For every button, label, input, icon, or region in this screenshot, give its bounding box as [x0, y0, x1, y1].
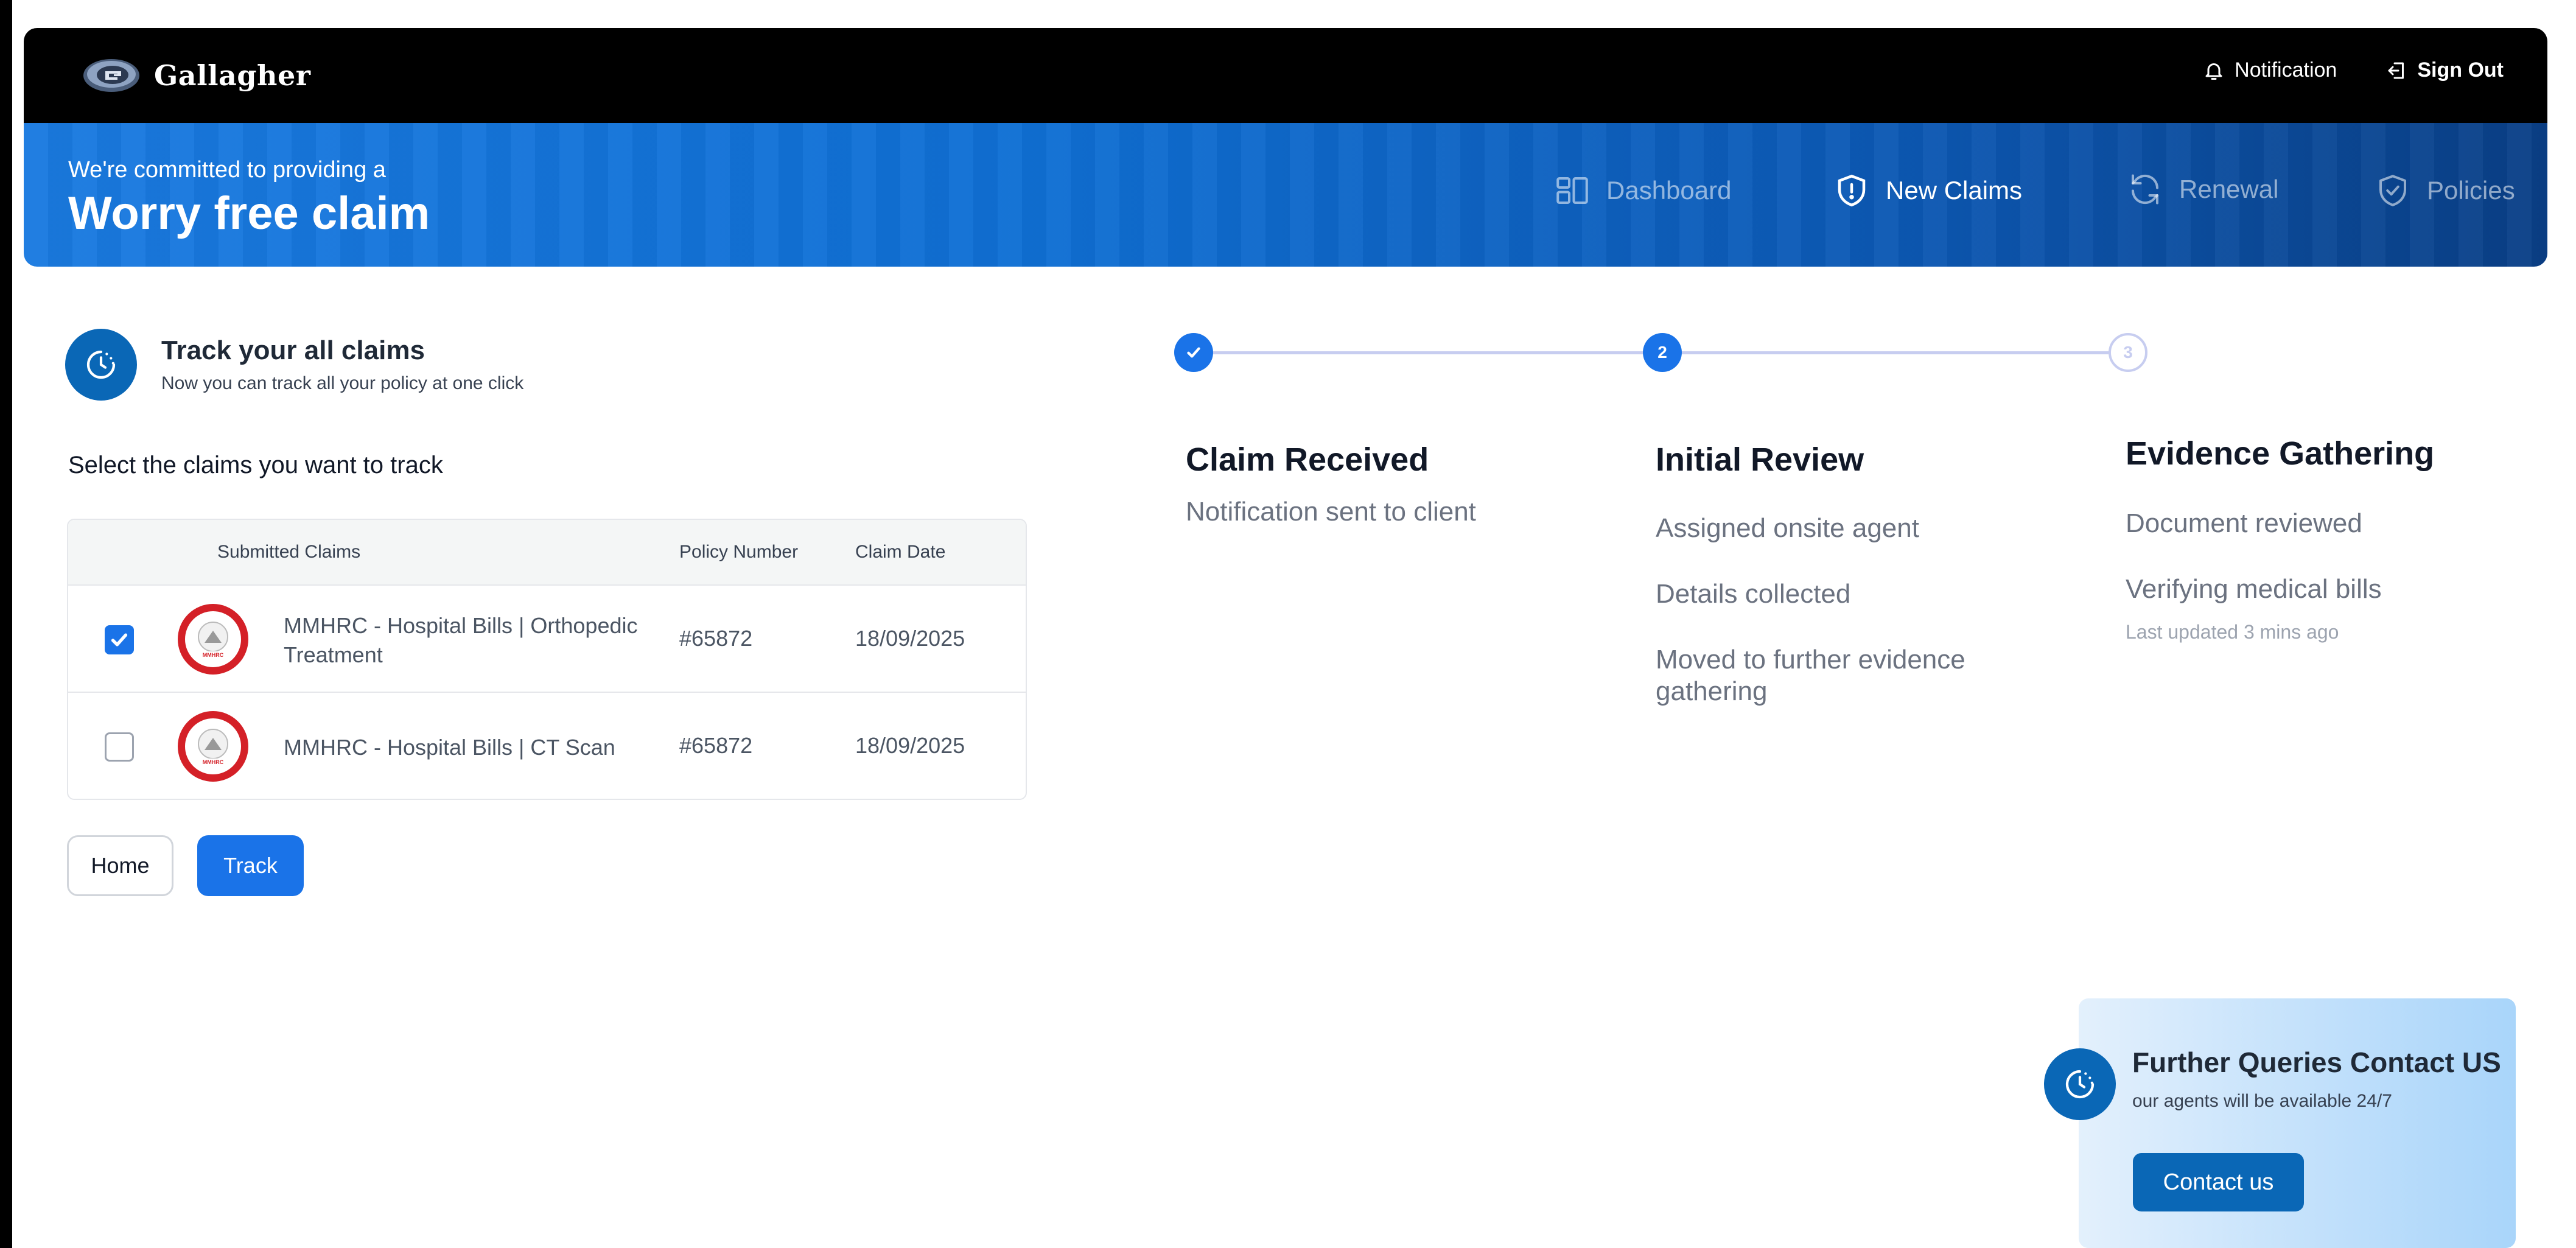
contact-title: Further Queries Contact US — [2132, 1046, 2501, 1078]
select-claims-label: Select the claims you want to track — [68, 452, 443, 479]
checkmark-icon — [111, 633, 128, 647]
header-submitted-claims: Submitted Claims — [217, 542, 361, 562]
nav-new-claims-label: New Claims — [1886, 176, 2023, 205]
gallagher-logo-icon — [83, 59, 139, 92]
mmhrc-logo: MMHRC — [178, 604, 248, 675]
sign-out-button[interactable]: Sign Out — [2385, 58, 2504, 82]
nav-renewal[interactable]: Renewal — [2127, 171, 2278, 208]
contact-clock-icon — [2044, 1048, 2116, 1120]
policy-number: #65872 — [679, 626, 753, 651]
nav-dashboard-label: Dashboard — [1606, 176, 1732, 205]
table-header: Submitted Claims Policy Number Claim Dat… — [68, 520, 1026, 586]
sign-out-icon — [2388, 62, 2404, 79]
shield-check-icon — [2379, 175, 2406, 206]
hero-banner: We're committed to providing a Worry fre… — [24, 123, 2547, 267]
step-1-indicator — [1174, 333, 1213, 372]
step-2-item: Moved to further evidence gathering — [1656, 645, 1965, 706]
claim-checkbox[interactable] — [105, 732, 134, 762]
nav-renewal-label: Renewal — [2179, 175, 2279, 203]
top-bar: Gallagher Notification Sign Out — [24, 28, 2547, 123]
step-3-item: Verifying medical bills — [2126, 574, 2382, 604]
step-1-title: Claim Received — [1186, 441, 1429, 478]
track-title: Track your all claims — [161, 335, 425, 365]
refresh-icon — [2132, 174, 2158, 205]
brand-name: Gallagher — [154, 59, 311, 92]
banner-subtitle: We're committed to providing a — [68, 157, 386, 183]
home-button[interactable]: Home — [67, 835, 173, 896]
track-header: Track your all claims Now you can track … — [65, 329, 523, 401]
claim-name: MMHRC - Hospital Bills | Orthopedic Trea… — [284, 613, 638, 667]
svg-text:MMHRC: MMHRC — [203, 759, 224, 765]
policy-number: #65872 — [679, 733, 753, 758]
check-icon — [1187, 347, 1200, 358]
step-3-title: Evidence Gathering — [2126, 435, 2435, 472]
step-1-item: Notification sent to client — [1186, 497, 1476, 527]
stepper-connector — [1682, 351, 2109, 354]
notification-button[interactable]: Notification — [2203, 58, 2337, 82]
contact-us-button[interactable]: Contact us — [2133, 1153, 2304, 1211]
header-policy-number: Policy Number — [679, 542, 799, 562]
notification-label: Notification — [2235, 58, 2337, 82]
table-row[interactable]: MMHRC MMHRC - Hospital Bills | Orthopedi… — [68, 586, 1026, 693]
header-claim-date: Claim Date — [855, 542, 946, 562]
nav-policies[interactable]: Policies — [2375, 172, 2515, 209]
nav-dashboard[interactable]: Dashboard — [1554, 172, 1731, 209]
claim-checkbox[interactable] — [105, 625, 134, 654]
nav-new-claims[interactable]: New Claims — [1833, 172, 2022, 209]
claims-table: Submitted Claims Policy Number Claim Dat… — [67, 519, 1027, 800]
claim-name: MMHRC - Hospital Bills | CT Scan — [284, 735, 615, 760]
brand-logo[interactable]: Gallagher — [82, 56, 310, 95]
stepper-connector — [1213, 351, 1643, 354]
banner-title: Worry free claim — [68, 188, 430, 239]
dashboard-icon — [1556, 177, 1588, 204]
track-subtitle: Now you can track all your policy at one… — [161, 373, 524, 393]
svg-text:MMHRC: MMHRC — [203, 652, 224, 658]
step-3-indicator: 3 — [2109, 333, 2147, 372]
track-button[interactable]: Track — [197, 835, 304, 896]
bell-icon — [2205, 63, 2222, 80]
table-row[interactable]: MMHRC MMHRC - Hospital Bills | CT Scan #… — [68, 693, 1026, 799]
sign-out-label: Sign Out — [2417, 58, 2504, 82]
nav-policies-label: Policies — [2427, 176, 2515, 205]
claim-date: 18/09/2025 — [855, 626, 965, 651]
shield-alert-icon — [1838, 174, 1866, 207]
contact-subtitle: our agents will be available 24/7 — [2132, 1091, 2392, 1111]
track-clock-icon — [65, 329, 137, 401]
step-2-indicator: 2 — [1643, 333, 1682, 372]
step-3-item: Document reviewed — [2126, 508, 2362, 538]
step-2-title: Initial Review — [1656, 441, 1864, 478]
last-updated-note: Last updated 3 mins ago — [2126, 621, 2339, 643]
step-2-item: Assigned onsite agent — [1656, 513, 1919, 543]
step-2-item: Details collected — [1656, 579, 1851, 609]
mmhrc-logo: MMHRC — [178, 711, 248, 782]
claim-date: 18/09/2025 — [855, 733, 965, 758]
